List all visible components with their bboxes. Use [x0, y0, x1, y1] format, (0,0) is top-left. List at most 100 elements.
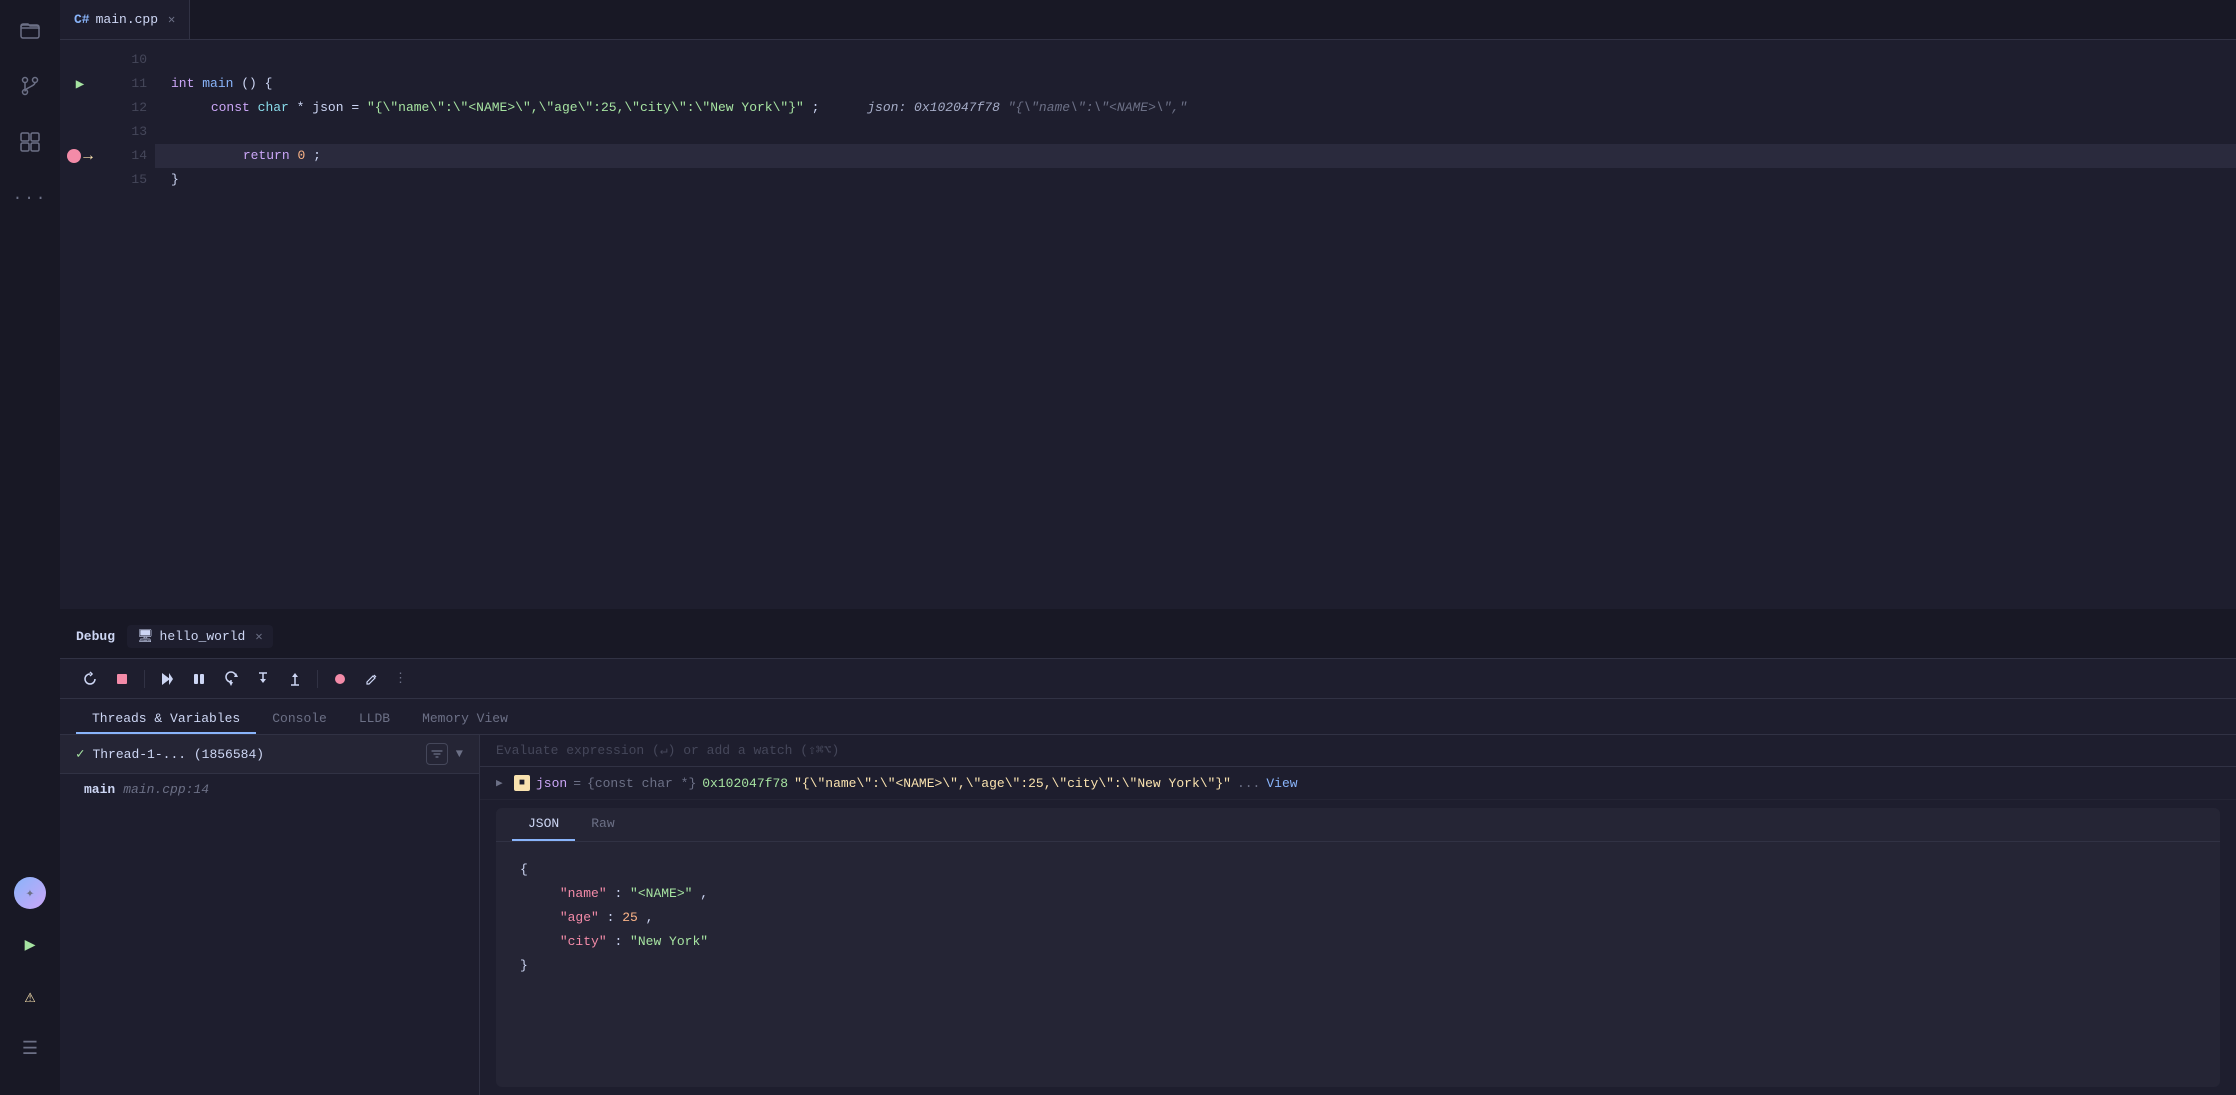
breakpoint-icon[interactable]	[67, 149, 81, 163]
inline-value-12: json: 0x102047f78 "{\"name\":\"<NAME>\",…	[867, 100, 1187, 115]
cpp-file-icon: C#	[74, 12, 90, 27]
tab-console[interactable]: Console	[256, 705, 343, 734]
var-type-label: {const char *}	[587, 776, 696, 791]
gutter-line-10	[60, 48, 100, 72]
debug-title: Debug	[76, 629, 115, 644]
inline-value-name: json: 0x102047f78	[867, 100, 1000, 115]
var-json-name: json	[312, 100, 343, 115]
step-out-btn[interactable]	[281, 666, 309, 692]
menu-icon[interactable]: ☰	[12, 1031, 48, 1067]
code-line-12: const char * json = "{\"name\":\"<NAME>\…	[155, 96, 2236, 120]
semicolon-return: ;	[313, 148, 321, 163]
json-brace-close: }	[520, 954, 2196, 978]
sidebar-icon-folder[interactable]	[12, 12, 48, 48]
debug-body: ✓ Thread-1-... (1856584) ▼ main main.cpp…	[60, 735, 2236, 1095]
thread-chevron-icon[interactable]: ▼	[456, 747, 463, 761]
json-comma-2: ,	[646, 910, 654, 925]
semicolon: ;	[812, 100, 820, 115]
keyword-char: char	[258, 100, 289, 115]
editor: ▶ → 10 11 12 13 14 15	[60, 40, 2236, 609]
keyword-return: return	[243, 148, 290, 163]
gutter-line-15	[60, 168, 100, 192]
var-view-link[interactable]: View	[1266, 776, 1297, 791]
tab-close-btn[interactable]: ✕	[168, 12, 175, 27]
thread-filter-btn[interactable]	[426, 743, 448, 765]
thread-check-icon: ✓	[76, 746, 84, 763]
json-val-age: 25	[622, 910, 638, 925]
more-actions-btn[interactable]: ⋮	[390, 671, 411, 686]
fn-main: main	[202, 76, 233, 91]
line-number-11: 11	[108, 72, 147, 96]
pause-btn[interactable]	[185, 666, 213, 692]
sidebar-icon-source-control[interactable]	[12, 68, 48, 104]
edit-btn[interactable]	[358, 666, 386, 692]
json-field-name: "name" : "<NAME>" ,	[520, 882, 2196, 906]
line-number-15: 15	[108, 168, 147, 192]
string-val: "{\"name\":\"<NAME>\",\"age\":25,\"city\…	[367, 100, 804, 115]
code-line-14: return 0 ;	[155, 144, 2236, 168]
stack-item-main[interactable]: main main.cpp:14	[60, 774, 479, 806]
play-button-icon[interactable]: ▶	[76, 76, 84, 93]
debug-header: Debug 🖥 hello_world ✕	[60, 615, 2236, 659]
num-zero: 0	[297, 148, 305, 163]
sidebar-icon-extensions[interactable]	[12, 124, 48, 160]
toolbar-sep-1	[144, 670, 145, 688]
assign: =	[351, 100, 367, 115]
sidebar-icon-more[interactable]: ···	[12, 180, 48, 216]
var-type-icon: ■	[514, 775, 530, 791]
continue-btn[interactable]	[153, 666, 181, 692]
code-line-15: }	[155, 168, 2236, 192]
line-numbers: 10 11 12 13 14 15	[100, 40, 155, 609]
gutter-line-14: →	[60, 144, 100, 168]
closing-brace: }	[171, 172, 179, 187]
step-into-btn[interactable]	[249, 666, 277, 692]
debug-toolbar: ⋮	[60, 659, 2236, 699]
warning-icon[interactable]: ⚠	[12, 979, 48, 1015]
restart-btn[interactable]	[76, 666, 104, 692]
thread-item[interactable]: ✓ Thread-1-... (1856584) ▼	[60, 735, 479, 774]
session-close-btn[interactable]: ✕	[255, 629, 262, 644]
json-field-age: "age" : 25 ,	[520, 906, 2196, 930]
variable-row-json[interactable]: ▶ ■ json = {const char *} 0x102047f78 "{…	[480, 767, 2236, 800]
json-comma-1: ,	[700, 886, 708, 901]
debug-right-panel: Evaluate expression (↵) or add a watch (…	[480, 735, 2236, 1095]
editor-content: ▶ → 10 11 12 13 14 15	[60, 40, 2236, 609]
keyword-const: const	[211, 100, 250, 115]
tab-main-cpp[interactable]: C# main.cpp ✕	[60, 0, 190, 39]
code-line-11: int main () {	[155, 72, 2236, 96]
sidebar: ··· ✦ ▶ ⚠ ☰	[0, 0, 60, 1095]
var-address: 0x102047f78	[702, 776, 788, 791]
paren-open: () {	[241, 76, 272, 91]
toolbar-sep-2	[317, 670, 318, 688]
main-content: C# main.cpp ✕ ▶ → 10	[60, 0, 2236, 1095]
thread-name: Thread-1-... (1856584)	[92, 747, 417, 762]
breakpoints-btn[interactable]	[326, 666, 354, 692]
json-key-city: "city"	[560, 934, 607, 949]
code-line-13	[155, 120, 2236, 144]
session-label: hello_world	[160, 629, 246, 644]
sidebar-avatar[interactable]: ✦	[12, 875, 48, 911]
line-number-10: 10	[108, 48, 147, 72]
step-over-btn[interactable]	[217, 666, 245, 692]
gutter-line-13	[60, 120, 100, 144]
watch-bar[interactable]: Evaluate expression (↵) or add a watch (…	[480, 735, 2236, 767]
json-field-city: "city" : "New York"	[520, 930, 2196, 954]
tab-threads-variables[interactable]: Threads & Variables	[76, 705, 256, 734]
tab-lldb[interactable]: LLDB	[343, 705, 406, 734]
json-val-city: "New York"	[630, 934, 708, 949]
session-icon: 🖥	[137, 629, 154, 644]
var-expand-icon[interactable]: ▶	[496, 776, 508, 790]
stop-btn[interactable]	[108, 666, 136, 692]
json-key-name: "name"	[560, 886, 607, 901]
json-tab-json[interactable]: JSON	[512, 808, 575, 841]
debug-session-tab[interactable]: 🖥 hello_world ✕	[127, 625, 273, 648]
ptr-star: *	[297, 100, 305, 115]
json-colon-1: :	[614, 886, 630, 901]
json-colon-2: :	[607, 910, 623, 925]
editor-gutter: ▶ →	[60, 40, 100, 609]
run-icon[interactable]: ▶	[12, 927, 48, 963]
json-brace-open: {	[520, 858, 2196, 882]
tab-memory-view[interactable]: Memory View	[406, 705, 524, 734]
json-tab-raw[interactable]: Raw	[575, 808, 630, 841]
stack-frame-file: main.cpp:14	[123, 782, 209, 797]
